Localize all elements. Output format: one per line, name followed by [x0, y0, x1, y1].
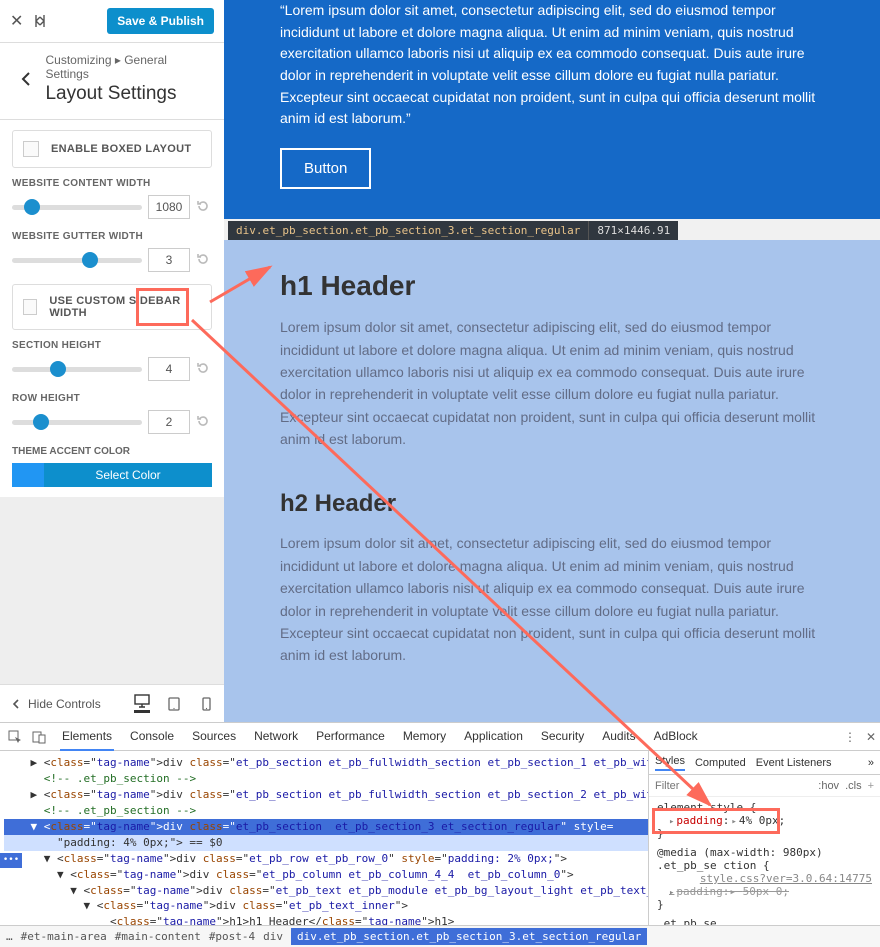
section-3: h1 Header Lorem ipsum dolor sit amet, co… [224, 240, 880, 722]
dom-line[interactable]: ▼ <class="tag-name">div class="et_pb_row… [4, 851, 648, 867]
inspect-icon[interactable] [4, 730, 26, 744]
styles-tab-styles[interactable]: Styles [655, 755, 685, 771]
boxed-layout-toggle[interactable]: ENABLE BOXED LAYOUT [12, 130, 212, 168]
section-height-label: SECTION HEIGHT [12, 340, 212, 351]
reset-icon[interactable] [196, 199, 212, 215]
reset-icon[interactable] [196, 252, 212, 268]
devtools-tab-console[interactable]: Console [128, 723, 176, 751]
collapse-icon[interactable] [33, 14, 47, 28]
dom-line[interactable]: ▼ <class="tag-name">div class="et_pb_tex… [4, 898, 648, 914]
close-icon[interactable]: ✕ [10, 11, 23, 31]
gutter-width-slider[interactable] [12, 258, 142, 263]
hero-text: “Lorem ipsum dolor sit amet, consectetur… [280, 0, 824, 130]
devtools-panel: Elements Console Sources Network Performance… [0, 722, 880, 947]
dom-line[interactable]: ▶ <class="tag-name">div class="et_pb_sec… [4, 755, 648, 771]
styles-tabs-more-icon[interactable]: » [868, 757, 874, 769]
content-width-value[interactable]: 1080 [148, 195, 190, 219]
reset-icon[interactable] [196, 361, 212, 377]
devtools-tab-elements[interactable]: Elements [60, 723, 114, 751]
dom-line[interactable]: ▶ <class="tag-name">div class="et_pb_sec… [4, 787, 648, 803]
h1-header: h1 Header [280, 270, 824, 302]
row-height-row: ROW HEIGHT 2 [12, 393, 212, 434]
cls-toggle[interactable]: .cls [845, 780, 862, 792]
desktop-icon[interactable] [134, 694, 150, 713]
hov-toggle[interactable]: :hov [818, 780, 839, 792]
devtools-crumb[interactable]: div [263, 930, 283, 943]
styles-panel: Styles Computed Event Listeners » :hov .cls… [648, 751, 880, 925]
inspector-selector: div.et_pb_section.et_pb_section_3.et_sec… [228, 221, 588, 240]
section-height-value[interactable]: 4 [148, 357, 190, 381]
devtools-crumb[interactable]: #main-content [115, 930, 201, 943]
dom-line[interactable]: ▼ <class="tag-name">div class="et_pb_tex… [4, 883, 648, 899]
dom-line[interactable]: ▼ <class="tag-name">div class="et_pb_col… [4, 867, 648, 883]
devtools-crumb[interactable]: #post-4 [209, 930, 255, 943]
style-rules[interactable]: element.style { padding:4% 0px; } @media… [649, 797, 880, 925]
device-mode-icon[interactable] [28, 730, 50, 744]
devtools-tab-performance[interactable]: Performance [314, 723, 387, 751]
devtools-tab-application[interactable]: Application [462, 723, 525, 751]
devtools-tab-sources[interactable]: Sources [190, 723, 238, 751]
styles-tab-computed[interactable]: Computed [695, 757, 746, 769]
content-width-label: WEBSITE CONTENT WIDTH [12, 178, 212, 189]
dom-line[interactable]: ▼ <class="tag-name">div class="et_pb_sec… [4, 819, 648, 835]
inspector-dims: 871×1446.91 [588, 221, 678, 240]
checkbox-icon[interactable] [23, 141, 39, 157]
row-height-value[interactable]: 2 [148, 410, 190, 434]
hide-controls-button[interactable]: Hide Controls [10, 697, 101, 711]
boxed-layout-label: ENABLE BOXED LAYOUT [51, 143, 191, 155]
h2-header: h2 Header [280, 490, 824, 518]
gutter-width-label: WEBSITE GUTTER WIDTH [12, 231, 212, 242]
content-width-slider[interactable] [12, 205, 142, 210]
hero-button[interactable]: Button [280, 148, 371, 189]
dom-line[interactable]: <class="tag-name">h1>h1 Header</class="t… [4, 914, 648, 925]
accent-color-label: THEME ACCENT COLOR [12, 446, 212, 457]
row-height-label: ROW HEIGHT [12, 393, 212, 404]
custom-sidebar-toggle[interactable]: USE CUSTOM SIDEBAR WIDTH [12, 284, 212, 330]
back-button[interactable] [14, 53, 37, 105]
inspector-badge: div.et_pb_section.et_pb_section_3.et_sec… [228, 221, 880, 240]
gutter-width-value[interactable]: 3 [148, 248, 190, 272]
add-rule-button[interactable]: + [868, 780, 874, 792]
select-color-button[interactable]: Select Color [44, 463, 212, 487]
section3-p2: Lorem ipsum dolor sit amet, consectetur … [280, 532, 824, 666]
save-publish-button[interactable]: Save & Publish [107, 8, 214, 34]
hide-controls-label: Hide Controls [28, 697, 101, 711]
section3-p1: Lorem ipsum dolor sit amet, consectetur … [280, 316, 824, 450]
checkbox-icon[interactable] [23, 299, 37, 315]
dom-line[interactable]: <!-- .et_pb_section --> [4, 803, 648, 819]
accent-swatch[interactable] [12, 463, 44, 487]
devtools-tab-memory[interactable]: Memory [401, 723, 448, 751]
preview-pane: “Lorem ipsum dolor sit amet, consectetur… [224, 0, 880, 722]
mobile-icon[interactable] [198, 694, 214, 713]
styles-tab-event-listeners[interactable]: Event Listeners [756, 757, 832, 769]
customizer-sidebar: ✕ Save & Publish Customizing ▸ General S… [0, 0, 224, 722]
devtools-crumb[interactable]: … [6, 930, 13, 943]
devtools-crumb[interactable]: #et-main-area [21, 930, 107, 943]
dom-line[interactable]: "padding: 4% 0px;"> == $0 [4, 835, 648, 851]
dom-line[interactable]: <!-- .et_pb_section --> [4, 771, 648, 787]
devtools-tab-audits[interactable]: Audits [600, 723, 637, 751]
section-height-slider[interactable] [12, 367, 142, 372]
gutter-width-row: WEBSITE GUTTER WIDTH 3 [12, 231, 212, 272]
dom-row-marker: ••• [0, 853, 22, 868]
devtools-close-icon[interactable]: ✕ [866, 730, 876, 744]
section-height-row: SECTION HEIGHT 4 [12, 340, 212, 381]
styles-filter-input[interactable] [655, 780, 812, 792]
devtools-breadcrumb[interactable]: … #et-main-area #main-content #post-4 divdiv… [0, 925, 880, 947]
devtools-tab-security[interactable]: Security [539, 723, 586, 751]
dom-tree[interactable]: ••• ▶ <class="tag-name">div class="et_pb… [0, 751, 648, 925]
breadcrumb: Customizing ▸ General Settings [45, 53, 210, 81]
devtools-tab-network[interactable]: Network [252, 723, 300, 751]
hero-section: “Lorem ipsum dolor sit amet, consectetur… [224, 0, 880, 219]
row-height-slider[interactable] [12, 420, 142, 425]
more-icon[interactable]: ⋮ [844, 730, 856, 744]
reset-icon[interactable] [196, 414, 212, 430]
devtools-crumb[interactable]: div.et_pb_section.et_pb_section_3.et_sec… [291, 928, 647, 945]
tablet-icon[interactable] [166, 694, 182, 713]
content-width-row: WEBSITE CONTENT WIDTH 1080 [12, 178, 212, 219]
devtools-tab-adblock[interactable]: AdBlock [652, 723, 700, 751]
custom-sidebar-label: USE CUSTOM SIDEBAR WIDTH [49, 295, 201, 319]
page-title: Layout Settings [45, 83, 210, 105]
